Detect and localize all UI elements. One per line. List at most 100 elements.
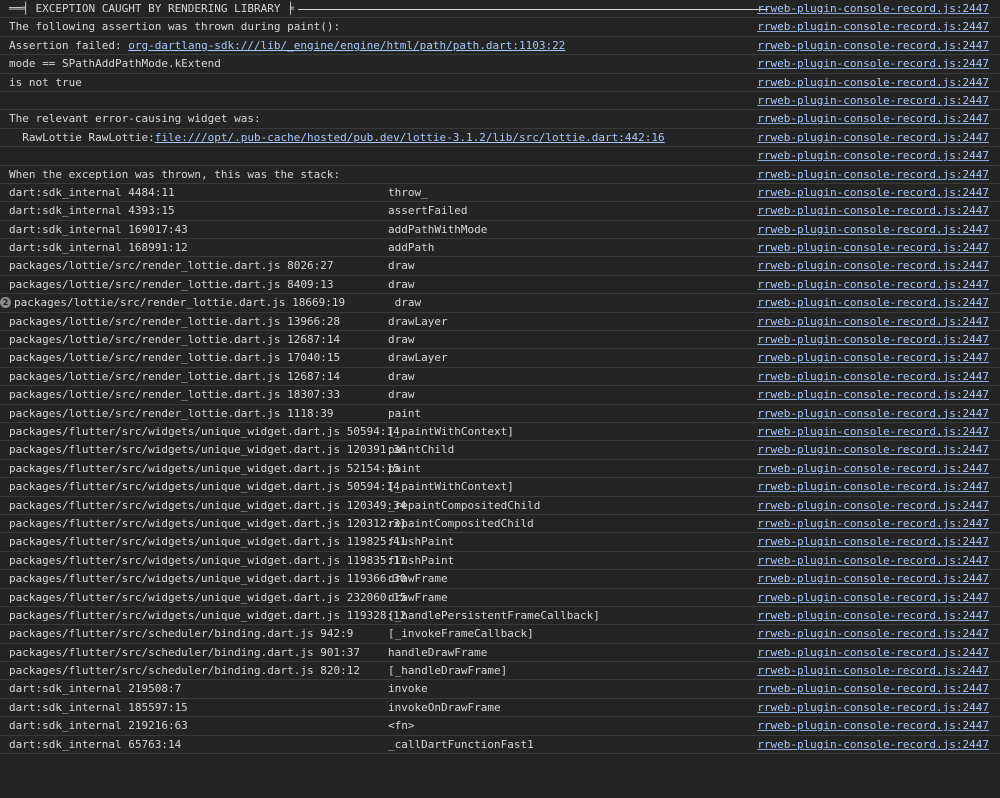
message-text: is not true (9, 75, 82, 89)
source-link[interactable]: rrweb-plugin-console-record.js:2447 (757, 405, 989, 423)
source-link[interactable]: rrweb-plugin-console-record.js:2447 (757, 37, 989, 55)
stack-frame-location: packages/flutter/src/widgets/unique_widg… (9, 590, 407, 604)
stack-frame-function: assertFailed (388, 204, 468, 218)
stack-frame-location: packages/flutter/src/widgets/unique_widg… (9, 516, 407, 530)
source-link[interactable]: rrweb-plugin-console-record.js:2447 (757, 589, 989, 607)
console-row: is not true rrweb-plugin-console-record.… (0, 74, 1000, 92)
stack-frame-function: flushPaint (388, 535, 455, 549)
stack-frame-row: packages/lottie/src/render_lottie.dart.j… (0, 313, 1000, 332)
source-link[interactable]: rrweb-plugin-console-record.js:2447 (757, 533, 989, 551)
stack-frame-function: paint (388, 406, 422, 420)
stack-frame-function: drawFrame (388, 572, 448, 586)
source-link[interactable]: rrweb-plugin-console-record.js:2447 (757, 276, 989, 294)
source-link[interactable]: rrweb-plugin-console-record.js:2447 (757, 331, 989, 349)
stack-frame-row: packages/lottie/src/render_lottie.dart.j… (0, 368, 1000, 387)
stack-frame-function: throw_ (388, 185, 428, 199)
assertion-source-link[interactable]: org-dartlang-sdk:///lib/_engine/engine/h… (128, 39, 565, 52)
assertion-prefix: Assertion failed: (9, 38, 129, 52)
stack-frame-location: packages/flutter/src/scheduler/binding.d… (9, 627, 354, 641)
source-link[interactable]: rrweb-plugin-console-record.js:2447 (757, 386, 989, 404)
source-link[interactable]: rrweb-plugin-console-record.js:2447 (757, 349, 989, 367)
stack-frame-function: _repaintCompositedChild (388, 498, 541, 512)
widget-source-link[interactable]: file:///opt/.pub-cache/hosted/pub.dev/lo… (155, 131, 665, 144)
stack-frame-function: paint (388, 461, 422, 475)
stack-frame-function: addPathWithMode (388, 222, 488, 236)
stack-frame-row: packages/flutter/src/scheduler/binding.d… (0, 644, 1000, 663)
source-link[interactable]: rrweb-plugin-console-record.js:2447 (757, 699, 989, 717)
source-link[interactable]: rrweb-plugin-console-record.js:2447 (757, 18, 989, 36)
stack-frame-row: packages/flutter/src/widgets/unique_widg… (0, 589, 1000, 607)
source-link[interactable]: rrweb-plugin-console-record.js:2447 (757, 662, 989, 680)
source-link[interactable]: rrweb-plugin-console-record.js:2447 (757, 313, 989, 331)
source-link[interactable]: rrweb-plugin-console-record.js:2447 (757, 607, 989, 625)
source-link[interactable]: rrweb-plugin-console-record.js:2447 (757, 680, 989, 698)
stack-frame-location: packages/flutter/src/widgets/unique_widg… (9, 498, 407, 512)
source-link[interactable]: rrweb-plugin-console-record.js:2447 (757, 129, 989, 147)
message-text: When the exception was thrown, this was … (9, 167, 341, 181)
source-link[interactable]: rrweb-plugin-console-record.js:2447 (757, 460, 989, 478)
source-link[interactable]: rrweb-plugin-console-record.js:2447 (757, 515, 989, 533)
stack-frame-location: dart:sdk_internal 4393:15 (9, 204, 175, 218)
stack-frame-location: dart:sdk_internal 168991:12 (9, 241, 188, 255)
source-link[interactable]: rrweb-plugin-console-record.js:2447 (757, 368, 989, 386)
stack-frame-function: handleDrawFrame (388, 645, 488, 659)
source-link[interactable]: rrweb-plugin-console-record.js:2447 (757, 221, 989, 239)
stack-frame-row: packages/lottie/src/render_lottie.dart.j… (0, 386, 1000, 405)
stack-frame-row: dart:sdk_internal 65763:14 _callDartFunct… (0, 736, 1000, 755)
message-text: The relevant error-causing widget was: (9, 112, 261, 126)
source-link[interactable]: rrweb-plugin-console-record.js:2447 (757, 202, 989, 220)
source-link[interactable]: rrweb-plugin-console-record.js:2447 (757, 239, 989, 257)
source-link[interactable]: rrweb-plugin-console-record.js:2447 (757, 717, 989, 735)
stack-frame-row: 2 packages/lottie/src/render_lottie.dart.… (0, 294, 1000, 313)
stack-frame-row: packages/flutter/src/widgets/unique_widg… (0, 497, 1000, 515)
source-link[interactable]: rrweb-plugin-console-record.js:2447 (757, 92, 989, 110)
stack-frame-location: dart:sdk_internal 4484:11 (9, 185, 175, 199)
stack-frame-function: invoke (388, 682, 428, 696)
stack-frame-function: flushPaint (388, 553, 455, 567)
stack-frame-function: [_paintWithContext] (388, 480, 514, 494)
console-row: RawLottie RawLottie:file:///opt/.pub-cac… (0, 129, 1000, 148)
console-row: Assertion failed: org-dartlang-sdk:///li… (0, 37, 1000, 56)
console-row-empty: rrweb-plugin-console-record.js:2447 (0, 147, 1000, 166)
source-link[interactable]: rrweb-plugin-console-record.js:2447 (757, 0, 989, 18)
source-link[interactable]: rrweb-plugin-console-record.js:2447 (757, 423, 989, 441)
source-link[interactable]: rrweb-plugin-console-record.js:2447 (757, 257, 989, 275)
message-text: mode == SPathAddPathMode.kExtend (9, 57, 221, 71)
stack-frame-function: draw (388, 277, 415, 291)
source-link[interactable]: rrweb-plugin-console-record.js:2447 (757, 110, 989, 128)
source-link[interactable]: rrweb-plugin-console-record.js:2447 (757, 166, 989, 184)
console-row: The following assertion was thrown durin… (0, 18, 1000, 37)
stack-frame-row: dart:sdk_internal 169017:43 addPathWithMo… (0, 221, 1000, 240)
stack-frame-row: packages/flutter/src/scheduler/binding.d… (0, 662, 1000, 681)
stack-frame-location: packages/flutter/src/widgets/unique_widg… (9, 572, 407, 586)
source-link[interactable]: rrweb-plugin-console-record.js:2447 (757, 570, 989, 588)
source-link[interactable]: rrweb-plugin-console-record.js:2447 (757, 736, 989, 754)
stack-frame-function: [_handleDrawFrame] (388, 664, 508, 678)
source-link[interactable]: rrweb-plugin-console-record.js:2447 (757, 644, 989, 662)
stack-frame-location: packages/lottie/src/render_lottie.dart.j… (9, 351, 341, 365)
stack-frame-location: packages/lottie/src/render_lottie.dart.j… (14, 296, 346, 310)
stack-frame-row: dart:sdk_internal 4393:15 assertFailed rrw… (0, 202, 1000, 221)
source-link[interactable]: rrweb-plugin-console-record.js:2447 (757, 147, 989, 165)
header-rule (297, 8, 768, 10)
stack-frame-row: dart:sdk_internal 168991:12 addPath rrweb-… (0, 239, 1000, 258)
stack-frame-function: draw (388, 333, 415, 347)
console-row-empty: rrweb-plugin-console-record.js:2447 (0, 92, 1000, 111)
stack-frame-location: packages/lottie/src/render_lottie.dart.j… (9, 277, 334, 291)
source-link[interactable]: rrweb-plugin-console-record.js:2447 (757, 552, 989, 570)
stack-frame-location: packages/lottie/src/render_lottie.dart.j… (9, 406, 334, 420)
source-link[interactable]: rrweb-plugin-console-record.js:2447 (757, 294, 989, 312)
source-link[interactable]: rrweb-plugin-console-record.js:2447 (757, 55, 989, 73)
source-link[interactable]: rrweb-plugin-console-record.js:2447 (757, 497, 989, 515)
stack-frame-location: packages/lottie/src/render_lottie.dart.j… (9, 388, 341, 402)
stack-frame-function: draw (388, 369, 415, 383)
stack-frame-function: [_paintWithContext] (388, 424, 514, 438)
source-link[interactable]: rrweb-plugin-console-record.js:2447 (757, 184, 989, 202)
source-link[interactable]: rrweb-plugin-console-record.js:2447 (757, 441, 989, 459)
stack-frame-row: packages/flutter/src/widgets/unique_widg… (0, 533, 1000, 552)
source-link[interactable]: rrweb-plugin-console-record.js:2447 (757, 478, 989, 496)
stack-frame-row: packages/flutter/src/widgets/unique_widg… (0, 552, 1000, 571)
source-link[interactable]: rrweb-plugin-console-record.js:2447 (757, 625, 989, 643)
source-link[interactable]: rrweb-plugin-console-record.js:2447 (757, 74, 989, 92)
stack-frame-location: packages/flutter/src/scheduler/binding.d… (9, 645, 360, 659)
